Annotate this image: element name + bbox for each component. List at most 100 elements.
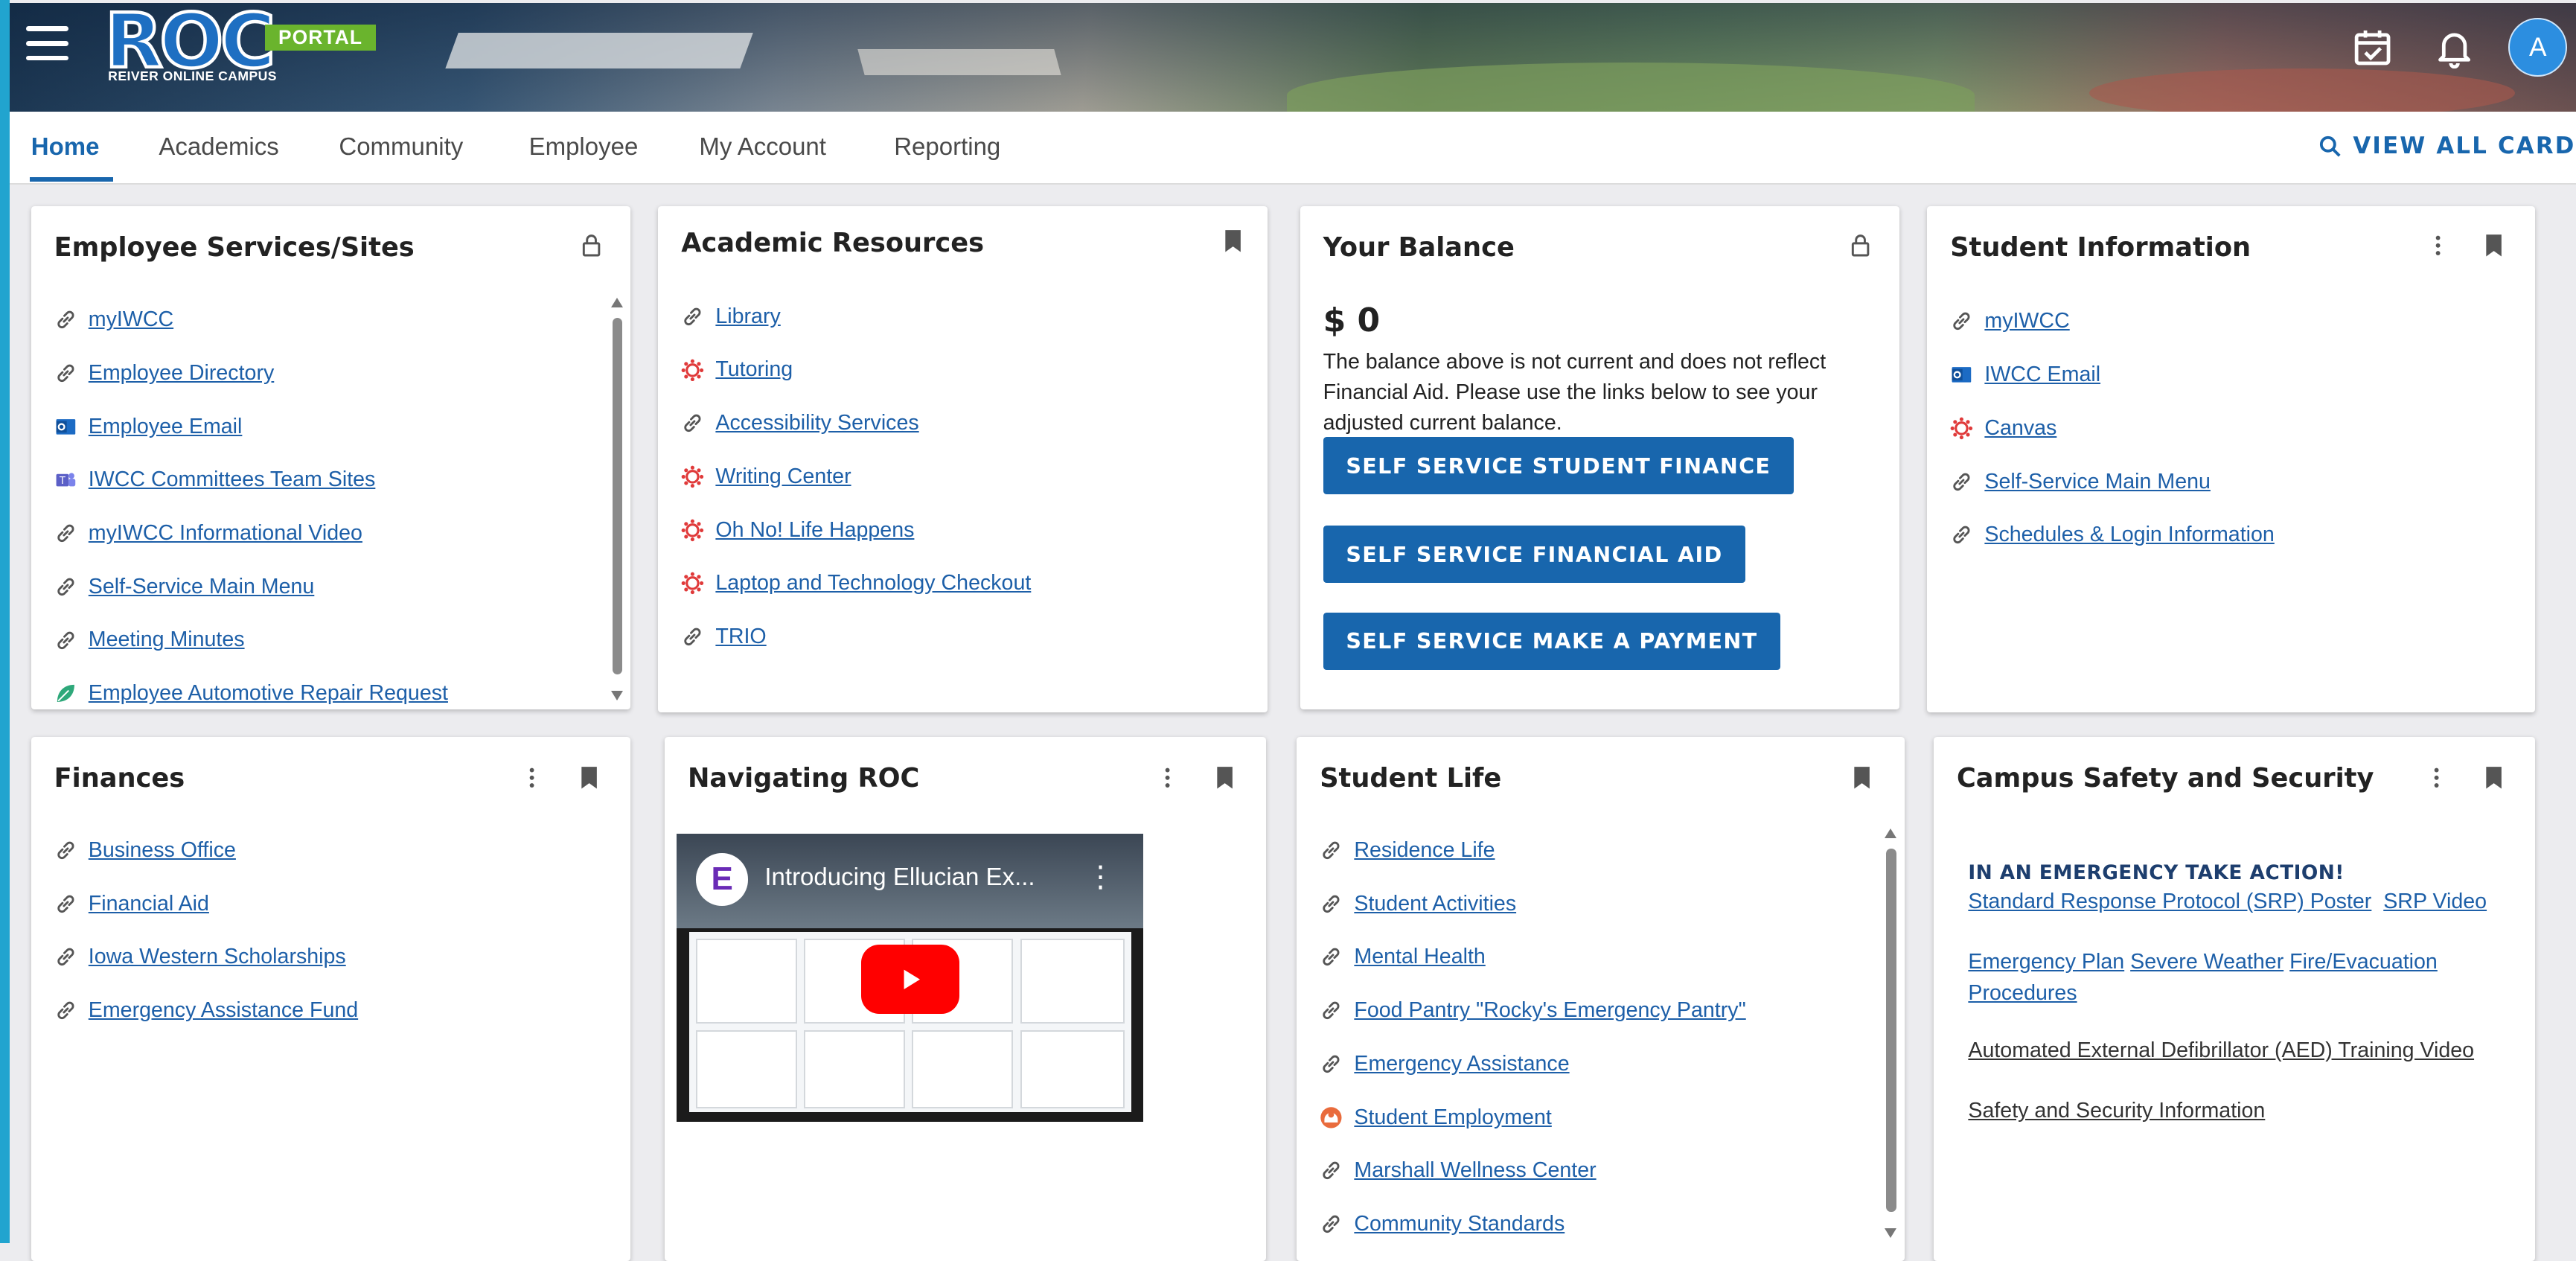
video-player[interactable]: E Introducing Ellucian Ex... ⋮ (676, 833, 1143, 1122)
link-aed-training-video[interactable]: Automated External Defibrillator (AED) T… (1968, 1038, 2474, 1062)
video-more-icon[interactable]: ⋮ (1086, 860, 1116, 894)
link-student-employment[interactable]: Student Employment (1354, 1105, 1551, 1130)
self-service-financial-aid-button[interactable]: SELF SERVICE FINANCIAL AID (1323, 526, 1746, 584)
bookmark-icon[interactable] (576, 763, 602, 793)
link-icon (54, 575, 77, 598)
card-campus-safety: Campus Safety and Security IN AN EMERGEN… (1934, 737, 2535, 1261)
list-item: Business Office (54, 824, 608, 878)
self-service-make-payment-button[interactable]: SELF SERVICE MAKE A PAYMENT (1323, 612, 1781, 670)
link-laptop-checkout[interactable]: Laptop and Technology Checkout (715, 571, 1031, 596)
more-vertical-icon[interactable] (2423, 763, 2449, 793)
scrollbar[interactable] (610, 295, 624, 707)
link-community-standards[interactable]: Community Standards (1354, 1212, 1565, 1236)
scrollbar[interactable] (1885, 826, 1898, 1261)
list-item: myIWCC (54, 293, 608, 347)
card-finances: Finances Business Office Financial Aid I… (31, 737, 630, 1261)
link-emergency-plan[interactable]: Emergency Plan (1968, 950, 2124, 974)
link-safety-security-info[interactable]: Safety and Security Information (1968, 1099, 2265, 1123)
scroll-down-arrow[interactable] (610, 691, 623, 701)
link-financial-aid[interactable]: Financial Aid (89, 892, 209, 916)
list-item: myIWCC (1950, 295, 2512, 348)
link-informational-video[interactable]: myIWCC Informational Video (89, 521, 362, 546)
bookmark-icon[interactable] (2481, 763, 2507, 793)
view-all-cards-button[interactable]: VIEW ALL CARDS (2318, 133, 2576, 159)
self-service-student-finance-button[interactable]: SELF SERVICE STUDENT FINANCE (1323, 437, 1794, 495)
link-library[interactable]: Library (715, 304, 780, 329)
link-myiwcc[interactable]: myIWCC (1984, 309, 2069, 333)
link-icon (1950, 470, 1973, 494)
tab-my-account[interactable]: My Account (699, 133, 826, 161)
link-self-service-main-menu[interactable]: Self-Service Main Menu (1984, 470, 2211, 494)
lock-icon[interactable] (1847, 231, 1873, 261)
link-business-office[interactable]: Business Office (89, 838, 236, 863)
tab-community[interactable]: Community (339, 133, 463, 161)
link-committees-team-sites[interactable]: IWCC Committees Team Sites (89, 467, 376, 492)
link-icon (54, 839, 77, 862)
emergency-heading: IN AN EMERGENCY TAKE ACTION! (1968, 861, 2345, 885)
link-mental-health[interactable]: Mental Health (1354, 945, 1485, 969)
tab-employee[interactable]: Employee (529, 133, 639, 161)
scroll-down-arrow[interactable] (1885, 1228, 1897, 1238)
list-item: Schedules & Login Information (1950, 508, 2512, 562)
link-employee-email[interactable]: Employee Email (89, 415, 243, 439)
scroll-thumb[interactable] (612, 317, 622, 675)
link-icon (54, 362, 77, 385)
link-icon (54, 629, 77, 652)
tab-academics[interactable]: Academics (159, 133, 278, 161)
link-accessibility-services[interactable]: Accessibility Services (715, 411, 918, 435)
tab-home[interactable]: Home (31, 133, 100, 161)
link-icon (1320, 945, 1343, 968)
list-item: Tutoring (681, 343, 1244, 397)
link-canvas[interactable]: Canvas (1984, 416, 2056, 441)
list-item: Laptop and Technology Checkout (681, 557, 1244, 610)
user-avatar[interactable]: A (2508, 18, 2568, 77)
lock-icon[interactable] (578, 231, 604, 261)
scroll-thumb[interactable] (1886, 848, 1896, 1212)
more-vertical-icon[interactable] (1154, 763, 1180, 793)
link-severe-weather[interactable]: Severe Weather (2130, 950, 2283, 974)
link-icon (1950, 310, 1973, 333)
bell-icon[interactable] (2433, 26, 2476, 69)
more-vertical-icon[interactable] (519, 763, 545, 793)
link-marshall-wellness-center[interactable]: Marshall Wellness Center (1354, 1158, 1596, 1183)
bookmark-icon[interactable] (1849, 763, 1875, 793)
bookmark-icon[interactable] (1212, 763, 1238, 793)
link-employee-directory[interactable]: Employee Directory (89, 361, 274, 386)
link-emergency-assistance[interactable]: Emergency Assistance (1354, 1052, 1569, 1076)
bookmark-icon[interactable] (2481, 231, 2507, 261)
more-vertical-icon[interactable] (2425, 231, 2451, 261)
outlook-icon (1950, 363, 1973, 386)
list-item: Oh No! Life Happens (681, 503, 1244, 557)
roc-portal-logo[interactable]: ROC PORTAL REIVER ONLINE CAMPUS (103, 3, 383, 92)
bookmark-icon[interactable] (1220, 226, 1246, 256)
calendar-check-icon[interactable] (2351, 26, 2394, 68)
link-oh-no-life-happens[interactable]: Oh No! Life Happens (715, 518, 914, 543)
link-self-service-main-menu[interactable]: Self-Service Main Menu (89, 575, 315, 599)
hamburger-menu-icon[interactable] (26, 26, 69, 62)
play-icon[interactable] (861, 945, 960, 1014)
list-item: Employee Email (54, 400, 608, 453)
link-schedules-login-info[interactable]: Schedules & Login Information (1984, 523, 2274, 547)
scroll-up-arrow[interactable] (610, 298, 623, 308)
link-tutoring[interactable]: Tutoring (715, 357, 793, 382)
tab-reporting[interactable]: Reporting (894, 133, 1000, 161)
card-title: Student Life (1320, 763, 1502, 794)
link-emergency-assistance-fund[interactable]: Emergency Assistance Fund (89, 998, 358, 1023)
scroll-up-arrow[interactable] (1885, 829, 1897, 839)
link-residence-life[interactable]: Residence Life (1354, 838, 1495, 863)
link-meeting-minutes[interactable]: Meeting Minutes (89, 628, 245, 652)
card-academic-resources: Academic Resources Library Tutoring Acce… (658, 206, 1268, 712)
link-srp-video[interactable]: SRP Video (2383, 890, 2487, 913)
list-item: Mental Health (1320, 930, 1882, 984)
link-myiwcc[interactable]: myIWCC (89, 307, 173, 332)
link-iowa-western-scholarships[interactable]: Iowa Western Scholarships (89, 945, 346, 969)
link-food-pantry[interactable]: Food Pantry "Rocky's Emergency Pantry" (1354, 998, 1745, 1023)
link-srp-poster[interactable]: Standard Response Protocol (SRP) Poster (1968, 890, 2371, 913)
link-iwcc-email[interactable]: IWCC Email (1984, 363, 2100, 387)
link-automotive-repair-request[interactable]: Employee Automotive Repair Request (89, 681, 448, 706)
link-student-activities[interactable]: Student Activities (1354, 892, 1516, 916)
card-title: Academic Resources (681, 227, 985, 258)
link-writing-center[interactable]: Writing Center (715, 465, 851, 489)
link-trio[interactable]: TRIO (715, 625, 766, 649)
link-list: Residence Life Student Activities Mental… (1320, 824, 1882, 1251)
